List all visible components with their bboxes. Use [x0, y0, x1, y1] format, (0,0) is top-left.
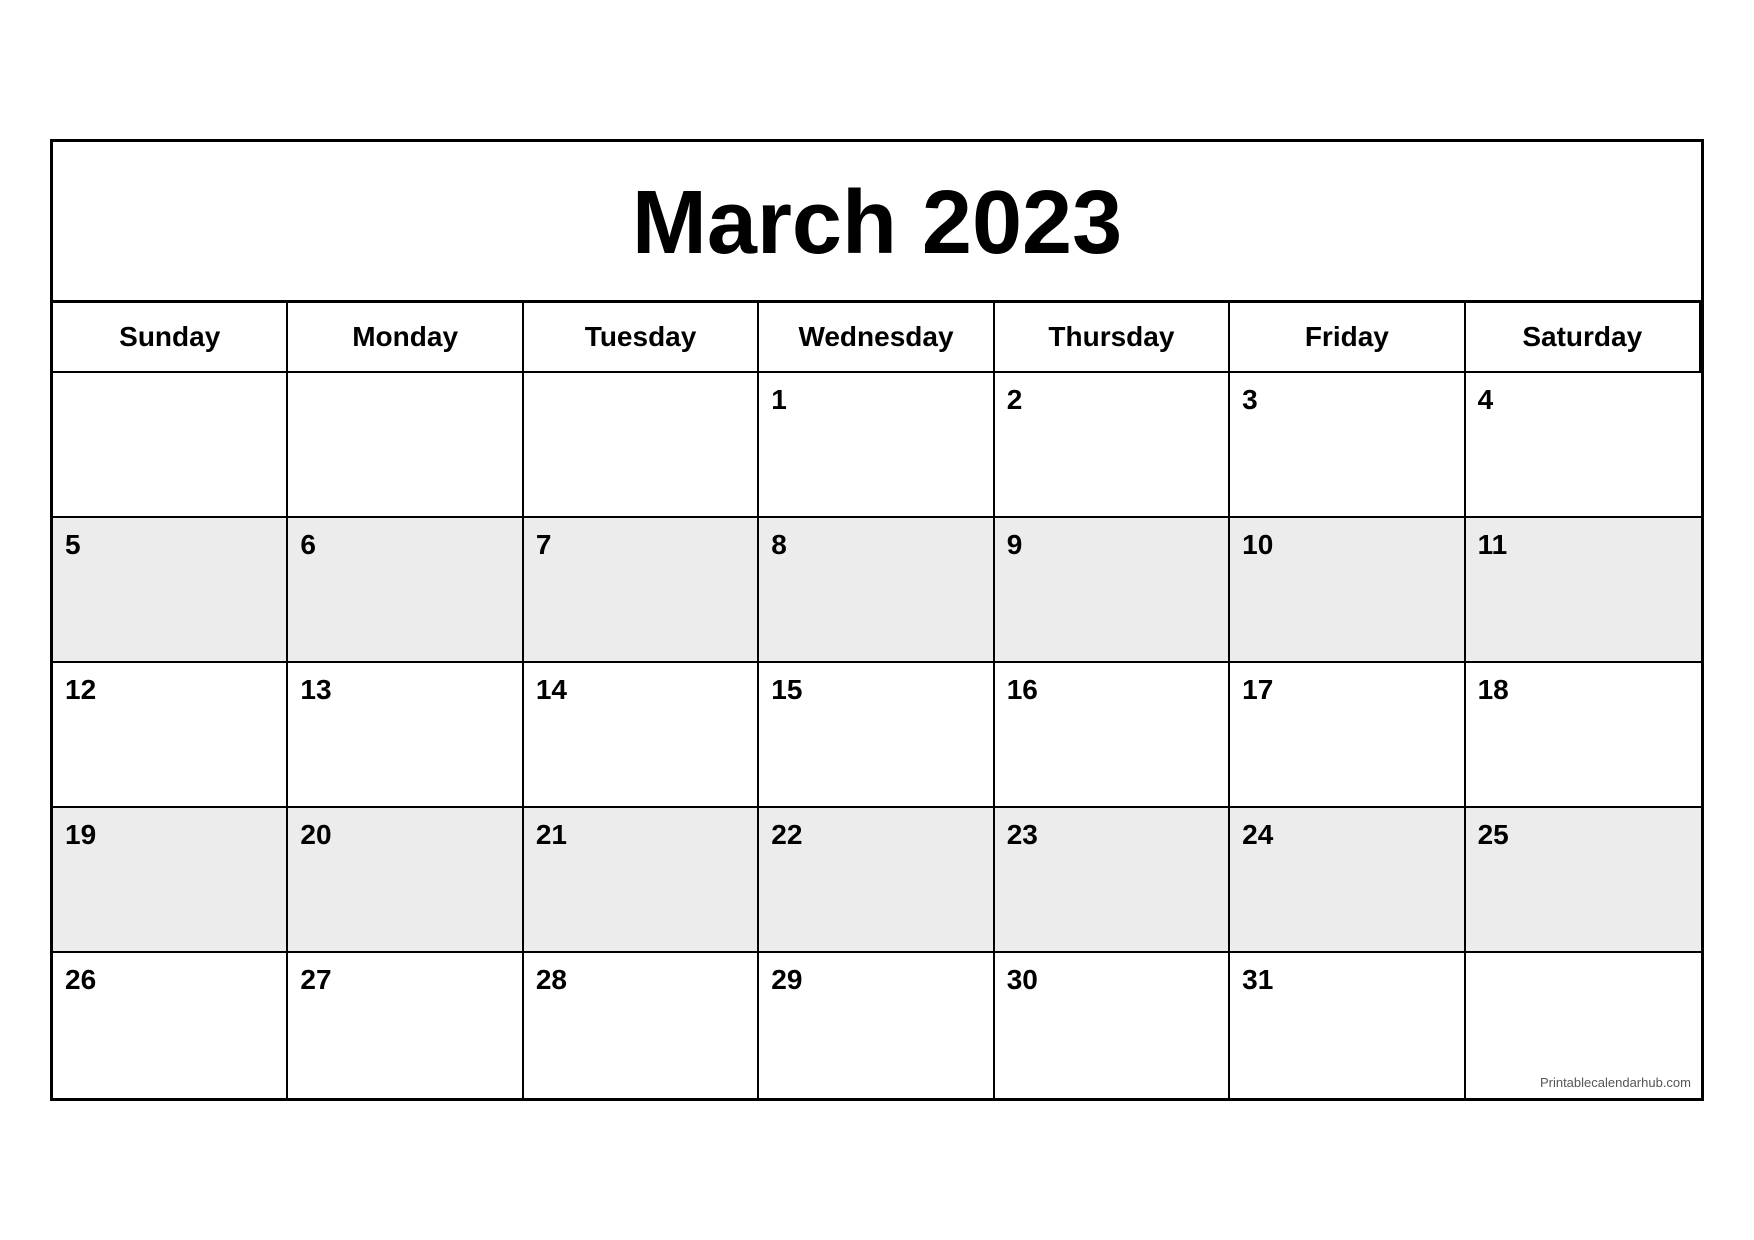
calendar-cell: 21	[524, 808, 759, 953]
calendar-cell: 29	[759, 953, 994, 1098]
calendar-cell: 8	[759, 518, 994, 663]
day-number: 20	[300, 818, 509, 852]
calendar-cell	[288, 373, 523, 518]
day-number: 31	[1242, 963, 1451, 997]
day-number: 30	[1007, 963, 1216, 997]
day-number: 15	[771, 673, 980, 707]
calendar-cell: 11	[1466, 518, 1701, 663]
day-number: 18	[1478, 673, 1689, 707]
day-header: Friday	[1230, 303, 1465, 373]
day-number: 21	[536, 818, 745, 852]
calendar-cell: 28	[524, 953, 759, 1098]
day-number: 19	[65, 818, 274, 852]
watermark: Printablecalendarhub.com	[1540, 1075, 1691, 1090]
calendar-cell: 12	[53, 663, 288, 808]
calendar-cell: 22	[759, 808, 994, 953]
calendar-container: March 2023 SundayMondayTuesdayWednesdayT…	[50, 139, 1704, 1101]
day-header: Wednesday	[759, 303, 994, 373]
day-number: 5	[65, 528, 274, 562]
calendar-cell: 13	[288, 663, 523, 808]
day-number: 1	[771, 383, 980, 417]
calendar-cell: 14	[524, 663, 759, 808]
calendar-cell: 10	[1230, 518, 1465, 663]
calendar-cell: 23	[995, 808, 1230, 953]
calendar-cell: 31	[1230, 953, 1465, 1098]
calendar-cell: 2	[995, 373, 1230, 518]
calendar-cell: 4	[1466, 373, 1701, 518]
calendar-cell: 24	[1230, 808, 1465, 953]
day-number: 9	[1007, 528, 1216, 562]
day-number: 13	[300, 673, 509, 707]
day-number: 25	[1478, 818, 1689, 852]
calendar-cell: 30	[995, 953, 1230, 1098]
day-number: 24	[1242, 818, 1451, 852]
day-number: 11	[1478, 528, 1689, 562]
day-number: 27	[300, 963, 509, 997]
day-number: 7	[536, 528, 745, 562]
calendar-cell: 7	[524, 518, 759, 663]
calendar-grid: SundayMondayTuesdayWednesdayThursdayFrid…	[53, 303, 1701, 1098]
calendar-cell: 15	[759, 663, 994, 808]
calendar-cell: 20	[288, 808, 523, 953]
day-header: Monday	[288, 303, 523, 373]
day-header: Tuesday	[524, 303, 759, 373]
calendar-cell: 9	[995, 518, 1230, 663]
day-number: 17	[1242, 673, 1451, 707]
calendar-cell: 19	[53, 808, 288, 953]
calendar-cell	[524, 373, 759, 518]
day-header: Thursday	[995, 303, 1230, 373]
calendar-cell: 3	[1230, 373, 1465, 518]
calendar-cell: 17	[1230, 663, 1465, 808]
calendar-cell: 18	[1466, 663, 1701, 808]
day-number: 4	[1478, 383, 1689, 417]
calendar-cell: 16	[995, 663, 1230, 808]
calendar-cell: 25	[1466, 808, 1701, 953]
calendar-title: March 2023	[73, 172, 1681, 275]
day-number: 29	[771, 963, 980, 997]
day-number: 8	[771, 528, 980, 562]
day-header: Sunday	[53, 303, 288, 373]
day-number: 28	[536, 963, 745, 997]
calendar-cell: Printablecalendarhub.com	[1466, 953, 1701, 1098]
day-number: 16	[1007, 673, 1216, 707]
day-number: 3	[1242, 383, 1451, 417]
day-header: Saturday	[1466, 303, 1701, 373]
day-number: 22	[771, 818, 980, 852]
day-number: 12	[65, 673, 274, 707]
calendar-cell: 5	[53, 518, 288, 663]
calendar-cell: 26	[53, 953, 288, 1098]
calendar-cell: 27	[288, 953, 523, 1098]
calendar-cell: 6	[288, 518, 523, 663]
calendar-cell	[53, 373, 288, 518]
day-number: 14	[536, 673, 745, 707]
day-number: 2	[1007, 383, 1216, 417]
calendar-header: March 2023	[53, 142, 1701, 303]
day-number: 23	[1007, 818, 1216, 852]
day-number: 10	[1242, 528, 1451, 562]
day-number: 26	[65, 963, 274, 997]
day-number: 6	[300, 528, 509, 562]
calendar-cell: 1	[759, 373, 994, 518]
